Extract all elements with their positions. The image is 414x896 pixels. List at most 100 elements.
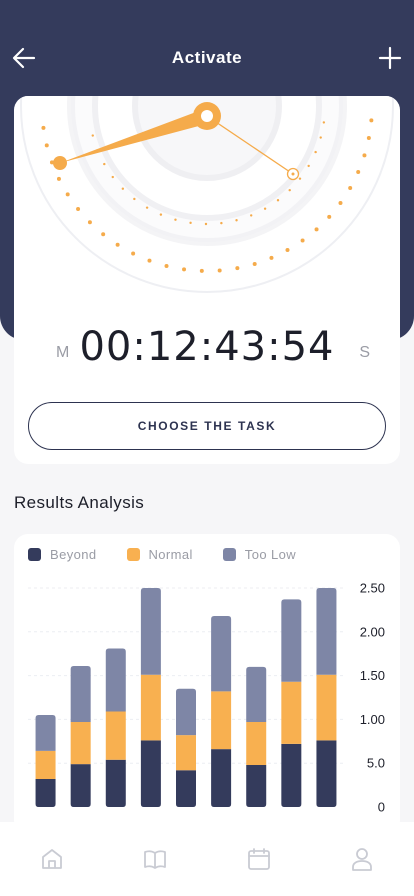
tick-dot [145, 206, 149, 209]
top-bar: Activate [0, 40, 414, 76]
tick-dot [298, 177, 302, 180]
tick-dot [56, 176, 61, 181]
tick-dot [235, 266, 240, 271]
y-tick-label: 2.50 [360, 581, 385, 596]
bar-segment-too-low [211, 616, 232, 692]
legend-label: Normal [148, 546, 193, 562]
tick-dot [111, 175, 114, 179]
bar-segment-normal [176, 735, 196, 771]
tick-dot [356, 170, 361, 175]
hour-hand-tip [53, 156, 67, 170]
legend-label: Too Low [244, 546, 297, 562]
tick-dot [217, 268, 222, 273]
nav-calendar[interactable] [246, 846, 272, 872]
tick-dot [121, 187, 125, 190]
tick-dot [269, 255, 274, 260]
legend-item: Too Low [222, 546, 297, 562]
tick-dot [235, 219, 238, 222]
bar-segment-beyond [246, 764, 267, 807]
bar-segment-too-low [316, 588, 337, 675]
nav-profile[interactable] [349, 846, 375, 872]
add-button[interactable] [376, 44, 404, 72]
bar-segment-beyond [211, 749, 232, 807]
bar-segment-normal [211, 691, 232, 750]
y-tick-label: 1.00 [360, 712, 385, 727]
tick-dot [76, 206, 81, 211]
book-icon [144, 850, 166, 869]
bar-segment-normal [246, 722, 267, 765]
bar-segment-normal [35, 750, 56, 779]
tick-dot [44, 143, 49, 148]
y-tick-label: 1.50 [360, 668, 385, 683]
tick-dot [327, 214, 332, 219]
tick-dot [252, 261, 257, 266]
user-icon [352, 848, 372, 871]
bar-segment-beyond [140, 740, 161, 807]
tick-dot [115, 242, 120, 247]
tick-dot [101, 232, 106, 237]
home-icon [42, 849, 62, 869]
bar-segment-too-low [246, 666, 267, 723]
tick-dot [174, 218, 177, 221]
tick-dot [338, 200, 343, 205]
tick-dot [41, 125, 46, 130]
tick-dot [220, 221, 223, 225]
bar-segment-too-low [35, 715, 56, 751]
tick-dot [314, 227, 319, 232]
legend-item: Normal [126, 546, 193, 562]
tick-dot [164, 263, 169, 268]
tick-dot [159, 213, 163, 216]
tick-dot [314, 150, 317, 154]
tick-dot [263, 207, 267, 210]
legend-item: Beyond [28, 546, 97, 562]
tick-dot [204, 222, 208, 226]
tick-dot [276, 199, 280, 202]
legend-swatch [126, 547, 140, 561]
bar-segment-beyond [70, 764, 91, 807]
tick-dot [131, 251, 136, 256]
results-title: Results Analysis [14, 493, 145, 512]
clock-dial [20, 96, 394, 293]
tick-dot [348, 186, 353, 191]
stacked-bar-chart: 0 5.0 1.00 1.50 2.00 2.50 [28, 581, 385, 815]
y-tick-label: 5.0 [367, 756, 385, 771]
time-display: M 00:12:43:54 S [14, 324, 400, 380]
tick-dot [300, 238, 305, 243]
results-chart-card: 0 5.0 1.00 1.50 2.00 2.50 Beyond Normal Too Low [14, 534, 400, 834]
tick-dot [362, 153, 367, 158]
page-title: Activate [171, 48, 243, 67]
bar-segment-beyond [316, 740, 337, 807]
bar-segment-beyond [105, 759, 126, 807]
tick-dot [133, 197, 136, 201]
legend-swatch [222, 547, 236, 561]
second-hand-tip-dot [291, 172, 295, 176]
tick-dot [199, 268, 204, 273]
bar-segment-normal [281, 681, 302, 744]
bar-segment-normal [140, 674, 161, 741]
tick-dot [87, 220, 92, 225]
tick-dot [288, 188, 291, 192]
chart-legend: Beyond Normal Too Low [28, 546, 326, 562]
bottom-navigation [0, 822, 414, 896]
tick-dot [250, 214, 253, 217]
tick-dot [189, 221, 192, 225]
tick-dot [182, 267, 187, 272]
bar-segment-too-low [105, 648, 126, 712]
nav-book[interactable] [142, 846, 168, 872]
calendar-icon [248, 848, 270, 870]
tick-dot [319, 136, 322, 139]
choose-task-button[interactable]: CHOOSE THE TASK [28, 402, 386, 450]
bar-segment-beyond [281, 743, 302, 807]
bar-segment-too-low [176, 688, 196, 736]
nav-home[interactable] [39, 846, 65, 872]
tick-dot [322, 121, 326, 124]
y-tick-label: 0 [378, 800, 385, 815]
tick-dot [65, 192, 70, 197]
bar-segment-too-low [70, 665, 91, 723]
timer-card: M 00:12:43:54 S CHOOSE THE TASK [14, 96, 400, 464]
tick-dot [103, 162, 106, 166]
bar-segment-too-low [140, 588, 161, 675]
bar-segment-normal [316, 674, 337, 741]
tick-dot [91, 134, 94, 137]
tick-dot [307, 164, 310, 168]
